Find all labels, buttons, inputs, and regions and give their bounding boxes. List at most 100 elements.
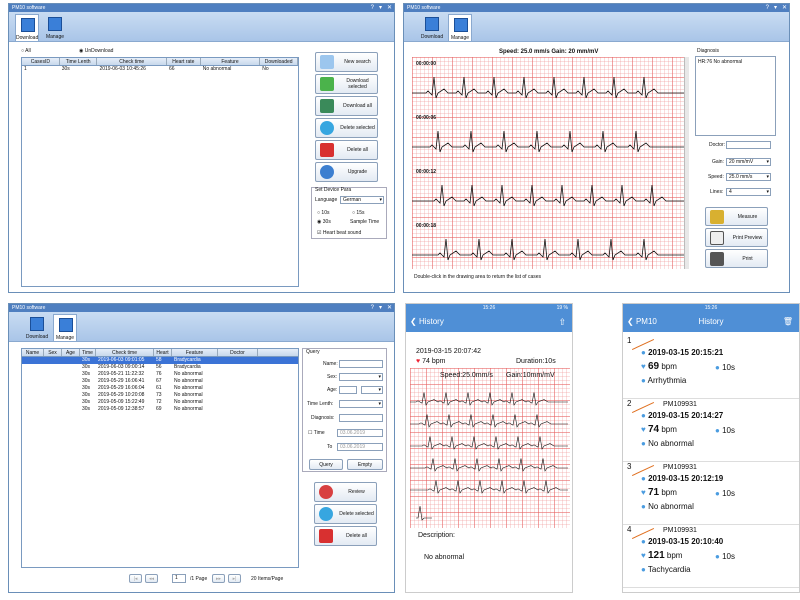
vertical-scrollbar[interactable] — [684, 57, 689, 269]
column-header[interactable]: Feature — [172, 349, 218, 356]
delete-selected-button[interactable]: Delete selected — [315, 118, 378, 138]
sex-select[interactable]: ▾ — [339, 373, 383, 381]
table-row[interactable]: 30s 2019-05-29 16:06:04 61 No abnormal — [22, 385, 298, 392]
table-row[interactable]: 30s 2019-05-09 12:38:57 69 No abnormal — [22, 406, 298, 413]
print-button[interactable]: Print — [705, 249, 768, 268]
column-header[interactable]: Name — [22, 349, 44, 356]
diagnosis-textarea[interactable]: HR:76 No abnormal — [695, 56, 776, 136]
close-icon[interactable]: ✕ — [387, 4, 392, 12]
measure-button[interactable]: Measure — [705, 207, 768, 226]
ecg-drawing-area[interactable]: 00:00:00 00:00:06 00:00:12 00:00:18 — [412, 57, 684, 269]
delete-selected-button[interactable]: Delete selected — [314, 504, 377, 524]
column-header[interactable]: Downloaded — [260, 58, 299, 65]
table-cell — [22, 392, 44, 399]
close-icon[interactable]: ✕ — [782, 4, 787, 12]
time-length-select[interactable]: ▾ — [339, 400, 383, 408]
table-cell: No abnormal — [174, 399, 203, 405]
column-header[interactable]: Feature — [201, 58, 261, 65]
comment-icon: ● — [641, 376, 646, 385]
table-row[interactable]: 30s 2019-06-03 09:00:14 56 Bradycardia — [22, 364, 298, 371]
tab-manage[interactable]: Manage — [448, 14, 472, 41]
table-cell: 56 — [156, 364, 162, 370]
prev-page-button[interactable]: ◂◂ — [145, 574, 158, 583]
page-value: 1 — [175, 575, 178, 581]
language-select[interactable]: German ▾ — [340, 196, 384, 204]
last-page-button[interactable]: ▸| — [228, 574, 241, 583]
time-checkbox[interactable]: ☐ Time — [308, 430, 325, 436]
table-row[interactable]: 30s 2019-05-21 11:22:32 76 No abnormal — [22, 371, 298, 378]
table-cell: 30s — [82, 399, 91, 405]
help-icon[interactable]: ? — [766, 4, 769, 12]
review-button[interactable]: Review — [314, 482, 377, 502]
column-header[interactable]: Heart rate — [167, 58, 201, 65]
next-page-button[interactable]: ▸▸ — [212, 574, 225, 583]
delete-all-button[interactable]: Delete all — [315, 140, 378, 160]
table-cell — [62, 399, 80, 406]
column-header[interactable]: Check time — [96, 349, 154, 356]
trash-icon[interactable]: 🗑 — [783, 312, 793, 332]
heartbeat-checkbox[interactable]: ☑ Heart beat sound — [317, 230, 361, 236]
table-row[interactable]: 30s 2019-05-29 10:20:08 73 No abnormal — [22, 392, 298, 399]
history-card[interactable]: 4 PM109931 ● 2019-03-15 20:10:40 ♥ 121 bpm ●… — [623, 525, 799, 588]
page-input[interactable]: 1 — [172, 574, 186, 583]
table-row[interactable]: 30s 2019-06-03 09:01:05 58 Bradycardia — [22, 357, 298, 364]
empty-button[interactable]: Empty — [347, 459, 383, 470]
close-icon[interactable]: ✕ — [387, 304, 392, 312]
tab-download[interactable]: Download — [420, 14, 444, 41]
column-header[interactable]: Check time — [97, 58, 167, 65]
history-card[interactable]: 1 ● 2019-03-15 20:15:21 ♥ 69 bpm ● 10s ● Arr… — [623, 336, 799, 399]
tab-manage[interactable]: Manage — [43, 14, 67, 41]
radio-10s[interactable]: ○ 10s — [317, 210, 329, 216]
toolbar: Download Manage — [9, 12, 394, 42]
help-icon[interactable]: ? — [371, 304, 374, 312]
doctor-input[interactable] — [726, 141, 771, 149]
print-preview-button[interactable]: Print Preview — [705, 228, 768, 247]
date-to-input[interactable]: 03.06.2019 — [337, 443, 383, 451]
delete-all-button[interactable]: Delete all — [314, 526, 377, 546]
checkbox-label: Heart beat sound — [322, 230, 362, 236]
tab-manage[interactable]: Manage — [53, 314, 77, 341]
tab-download[interactable]: Download — [15, 14, 39, 41]
table-row[interactable]: 1 30s 2019-06-03 10:45:26 66 No abnormal No — [22, 66, 298, 73]
name-input[interactable] — [339, 360, 383, 368]
column-header[interactable]: CasesID — [22, 58, 60, 65]
download-selected-button[interactable]: Download selected — [315, 74, 378, 94]
table-row[interactable]: 30s 2019-05-29 16:06:41 67 No abnormal — [22, 378, 298, 385]
age-from-input[interactable] — [339, 386, 357, 394]
date-from-input[interactable]: 03.06.2019 — [337, 429, 383, 437]
chevron-down-icon[interactable]: ▾ — [379, 4, 382, 12]
column-header[interactable]: Age — [62, 349, 80, 356]
column-header[interactable]: Time Lenth — [60, 58, 98, 65]
new-search-button[interactable]: New search — [315, 52, 378, 72]
share-icon[interactable]: ⇧ — [558, 312, 566, 332]
radio-all[interactable]: ○ All — [21, 48, 31, 54]
help-icon[interactable]: ? — [371, 4, 374, 12]
download-all-button[interactable]: Download all — [315, 96, 378, 116]
chevron-down-icon[interactable]: ▾ — [774, 4, 777, 12]
history-card[interactable]: 2 PM109931 ● 2019-03-15 20:14:27 ♥ 74 bpm ● … — [623, 399, 799, 462]
query-button[interactable]: Query — [309, 459, 343, 470]
lines-select[interactable]: 4 ▾ — [726, 188, 771, 196]
back-button[interactable]: ❮ History — [410, 312, 444, 332]
table-row[interactable]: 30s 2019-05-09 15:22:49 72 No abnormal — [22, 399, 298, 406]
age-to-select[interactable]: ▾ — [361, 386, 383, 394]
diagnosis-input[interactable] — [339, 414, 383, 422]
delete-selected-icon — [319, 507, 333, 521]
column-header[interactable]: Heart — [154, 349, 172, 356]
gain-select[interactable]: 20 mm/mV ▾ — [726, 158, 771, 166]
tab-download[interactable]: Download — [25, 314, 49, 341]
upgrade-button[interactable]: Upgrade — [315, 162, 378, 182]
radio-30s[interactable]: ◉ 30s — [317, 219, 331, 225]
column-header[interactable]: Sex — [44, 349, 62, 356]
column-header[interactable]: Doctor — [218, 349, 258, 356]
table-cell — [22, 399, 44, 406]
chevron-down-icon[interactable]: ▾ — [379, 304, 382, 312]
radio-undownload[interactable]: ◉ UnDownload — [79, 48, 113, 54]
history-card[interactable]: 3 PM109931 ● 2019-03-15 20:12:19 ♥ 71 bpm ● … — [623, 462, 799, 525]
column-header[interactable]: Time — [80, 349, 96, 356]
ecg-strip[interactable]: Speed:25.0mm/s Gain:10mm/mV — [410, 368, 570, 528]
speed-select[interactable]: 25.0 mm/s ▾ — [726, 173, 771, 181]
radio-15s[interactable]: ○ 15s — [352, 210, 364, 216]
card-label: Arrhythmia — [647, 376, 687, 385]
first-page-button[interactable]: |◂ — [129, 574, 142, 583]
